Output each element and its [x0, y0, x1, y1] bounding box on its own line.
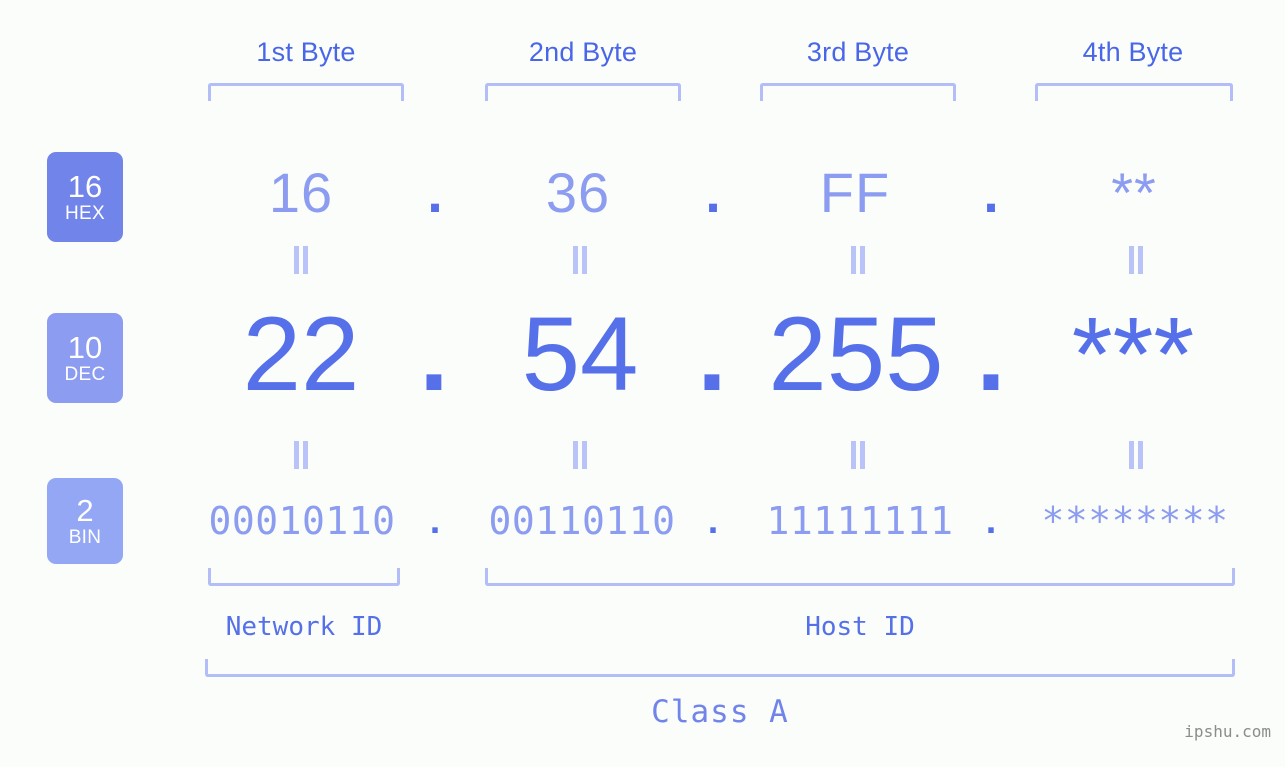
- byte-bracket-4: [1035, 83, 1233, 101]
- bin-byte-1: 00010110: [208, 499, 396, 543]
- dec-byte-3: 255: [768, 296, 944, 413]
- equals-mark-dec-bin-3: [850, 441, 866, 469]
- dec-dot-2: .: [697, 296, 727, 413]
- watermark: ipshu.com: [1184, 722, 1271, 741]
- byte-header-1: 1st Byte: [256, 37, 356, 67]
- hex-byte-4: **: [1111, 161, 1157, 224]
- hex-byte-2: 36: [545, 161, 611, 224]
- bin-byte-2: 00110110: [488, 499, 676, 543]
- byte-header-4: 4th Byte: [1082, 37, 1184, 67]
- equals-mark-hex-dec-4: [1128, 246, 1144, 274]
- hex-dot-3: .: [983, 161, 999, 224]
- equals-mark-dec-bin-1: [293, 441, 309, 469]
- class-label: Class A: [651, 694, 789, 730]
- equals-mark-dec-bin-4: [1128, 441, 1144, 469]
- dec-byte-4: ***: [1071, 296, 1195, 413]
- hex-dot-1: .: [427, 161, 443, 224]
- dec-byte-2: 54: [521, 296, 639, 413]
- class-bracket: [205, 659, 1235, 677]
- network-id-label: Network ID: [225, 612, 383, 642]
- byte-bracket-3: [760, 83, 956, 101]
- dec-value-row: 22 . 54 . 255 . ***: [0, 295, 1285, 415]
- hex-byte-1: 16: [268, 161, 334, 224]
- byte-bracket-2: [485, 83, 681, 101]
- bin-byte-3: 11111111: [766, 499, 954, 543]
- equals-mark-dec-bin-2: [572, 441, 588, 469]
- host-id-bracket: [485, 568, 1235, 586]
- bin-dot-2: .: [707, 500, 719, 542]
- byte-header-3: 3rd Byte: [806, 37, 910, 67]
- dec-dot-1: .: [419, 296, 449, 413]
- equals-mark-hex-dec-1: [293, 246, 309, 274]
- equals-mark-hex-dec-2: [572, 246, 588, 274]
- ip-byte-diagram: 1st Byte 2nd Byte 3rd Byte 4th Byte 16 H…: [0, 0, 1285, 767]
- dec-byte-1: 22: [242, 296, 360, 413]
- hex-value-row: 16 . 36 . FF . **: [0, 152, 1285, 234]
- bin-dot-3: .: [985, 500, 997, 542]
- network-id-bracket: [208, 568, 400, 586]
- hex-byte-3: FF: [819, 161, 891, 224]
- bin-dot-1: .: [429, 500, 441, 542]
- equals-mark-hex-dec-3: [850, 246, 866, 274]
- byte-bracket-1: [208, 83, 404, 101]
- host-id-label: Host ID: [805, 612, 915, 642]
- hex-dot-2: .: [705, 161, 721, 224]
- bin-byte-4: ********: [1041, 499, 1229, 543]
- bin-value-row: 00010110 . 00110110 . 11111111 . *******…: [0, 492, 1285, 550]
- dec-dot-3: .: [976, 296, 1006, 413]
- byte-header-2: 2nd Byte: [528, 37, 638, 67]
